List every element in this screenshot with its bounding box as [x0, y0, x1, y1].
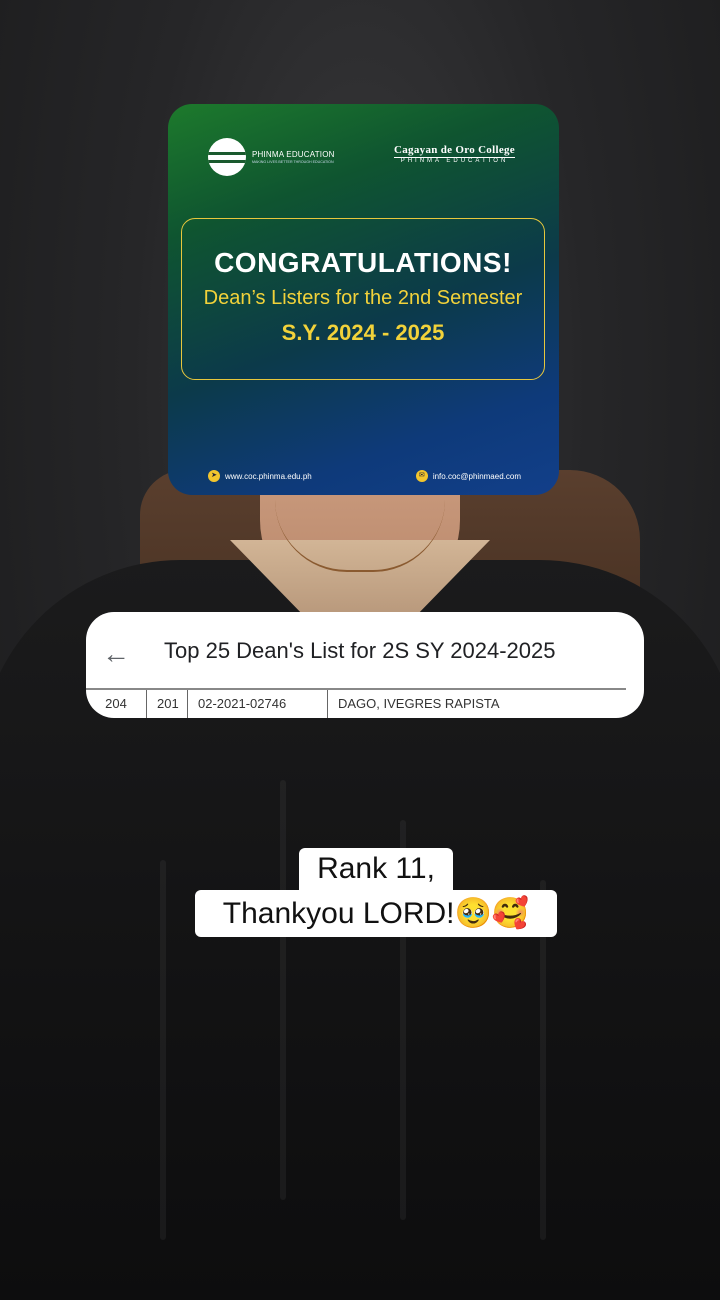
table-row: 204 201 02-2021-02746 DAGO, IVEGRES RAPI…: [86, 688, 626, 718]
phinma-brand: PHINMA EDUCATION: [252, 150, 335, 159]
phinma-logo: PHINMA EDUCATION MAKING LIVES BETTER THR…: [208, 138, 335, 176]
college-name: Cagayan de Oro College: [394, 144, 515, 156]
student-name: DAGO, IVEGRES RAPISTA: [338, 696, 500, 711]
school-year: S.Y. 2024 - 2025: [281, 320, 445, 345]
website-contact: ➤ www.coc.phinma.edu.ph: [208, 470, 312, 482]
rank-number: 201: [146, 690, 188, 718]
back-arrow-icon[interactable]: ←: [102, 638, 130, 670]
caption-line-1: Rank 11,: [299, 848, 453, 890]
headline: CONGRATULATIONS!: [214, 247, 512, 278]
mail-icon: ✉: [415, 470, 428, 482]
announcement-frame: CONGRATULATIONS! Dean’s Listers for the …: [181, 218, 545, 380]
student-id: 02-2021-02746: [188, 690, 328, 718]
caption: Rank 11, Thankyou LORD!🥹🥰: [195, 848, 557, 937]
email-text: info.coc@phinmaed.com: [432, 471, 521, 481]
phinma-tagline: MAKING LIVES BETTER THROUGH EDUCATION: [252, 160, 334, 164]
strip-title: Top 25 Dean's List for 2S SY 2024-2025: [164, 638, 556, 663]
phinma-emblem-icon: [208, 138, 246, 176]
screenshot-strip: ← Top 25 Dean's List for 2S SY 2024-2025…: [86, 612, 644, 718]
cursor-icon: ➤: [208, 470, 220, 482]
college-sub: PHINMA EDUCATION: [394, 157, 515, 164]
college-logo: Cagayan de Oro College PHINMA EDUCATION: [394, 144, 515, 164]
row-number: 204: [105, 696, 127, 711]
deans-list-poster: PHINMA EDUCATION MAKING LIVES BETTER THR…: [168, 104, 559, 495]
caption-line-2: Thankyou LORD!🥹🥰: [195, 890, 557, 937]
email-contact: ✉ info.coc@phinmaed.com: [415, 470, 521, 482]
website-text: www.coc.phinma.edu.ph: [225, 471, 312, 481]
subtitle: Dean’s Listers for the 2nd Semester: [203, 287, 523, 309]
